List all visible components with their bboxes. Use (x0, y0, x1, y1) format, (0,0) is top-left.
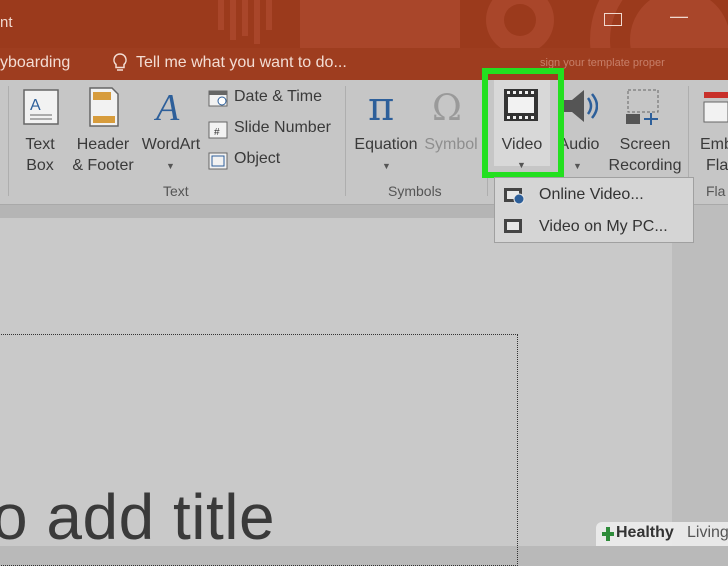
online-video-menu-item[interactable]: Online Video... (495, 180, 693, 210)
screen-recording-label-1: Screen (619, 136, 671, 153)
equation-label: Equation (354, 136, 418, 153)
tell-me-search[interactable]: Tell me what you want to do... (136, 54, 347, 72)
watermark-bold: Healthy (616, 524, 674, 541)
svg-text:π: π (368, 86, 394, 126)
slide-number-label: Slide Number (234, 119, 331, 136)
video-on-my-pc-label: Video on My PC... (539, 218, 668, 235)
pi-icon: π (368, 86, 394, 126)
watermark-thin: Living (687, 524, 728, 541)
date-time-label: Date & Time (234, 88, 323, 105)
wordart-dropdown-caret: ▼ (166, 161, 175, 171)
app-title: nt (0, 14, 13, 31)
tab-bar: yboarding Tell me what you want to do...… (0, 48, 728, 80)
embed-flash-label-1: Emb (700, 136, 728, 153)
text-box-label-2: Box (26, 157, 54, 174)
ribbon-separator (8, 86, 9, 196)
text-box-icon: A (23, 89, 59, 125)
audio-dropdown-caret: ▼ (573, 161, 582, 171)
online-video-label: Online Video... (539, 186, 644, 203)
embed-flash-label-2: Flas (706, 157, 728, 174)
text-box-label-1: Text (25, 136, 55, 153)
minimize-icon[interactable]: — (670, 6, 688, 27)
title-bar: nt — (0, 0, 728, 48)
wordart-label: WordArt (141, 136, 201, 153)
object-icon (208, 152, 228, 170)
ribbon-display-options-icon[interactable] (604, 13, 622, 26)
speaker-icon (564, 90, 598, 122)
video-highlight-frame (482, 68, 564, 178)
leaf-icon (602, 527, 614, 541)
svg-text:A: A (153, 87, 180, 126)
header-footer-label-2: & Footer (72, 157, 134, 174)
header-footer-icon (89, 87, 119, 127)
symbol-label: Symbol (424, 136, 478, 153)
online-video-icon (504, 188, 525, 205)
ribbon-separator (345, 86, 346, 196)
calendar-icon (208, 90, 228, 107)
video-on-my-pc-menu-item[interactable]: Video on My PC... (495, 212, 693, 242)
header-footer-label-1: Header (76, 136, 130, 153)
video-dropdown-menu: Online Video... Video on My PC... (494, 177, 694, 243)
video-file-icon (504, 219, 522, 233)
wordart-icon: A (153, 87, 180, 126)
tab-storyboarding[interactable]: yboarding (0, 54, 70, 72)
title-placeholder-text[interactable]: o add title (0, 480, 275, 554)
object-label: Object (234, 150, 281, 167)
watermark: Healthy Living (596, 522, 728, 546)
screen-recording-label-2: Recording (608, 157, 682, 174)
svg-text:#: # (214, 127, 220, 138)
symbols-group-label: Symbols (388, 183, 442, 199)
lightbulb-icon (113, 53, 127, 71)
omega-icon: Ω (432, 88, 462, 126)
svg-text:A: A (30, 97, 41, 114)
workspace-scroll-area (672, 205, 728, 546)
flash-icon (703, 92, 728, 123)
screen-recording-icon (626, 89, 659, 125)
equation-dropdown-caret: ▼ (382, 161, 391, 171)
slide-number-icon: # (208, 121, 228, 139)
flash-group-label: Fla (706, 183, 726, 199)
svg-text:Ω: Ω (432, 88, 462, 126)
text-group-label: Text (163, 183, 189, 199)
